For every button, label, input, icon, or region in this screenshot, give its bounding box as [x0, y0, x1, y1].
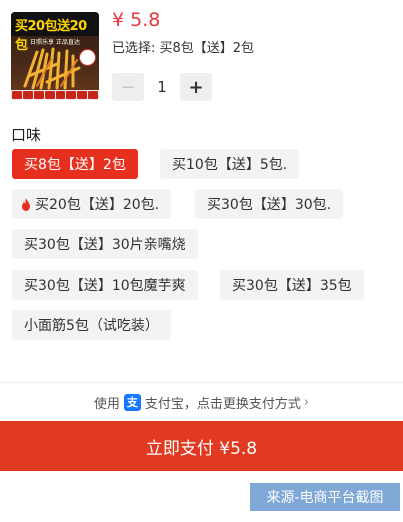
increase-quantity-button[interactable]: +	[180, 73, 212, 101]
product-image-subtitle: 日照乐享 正品直达	[30, 39, 80, 46]
flavor-option[interactable]: 买8包【送】2包	[12, 149, 138, 179]
pay-now-button[interactable]: 立即支付 ¥5.8	[0, 421, 403, 471]
decrease-quantity-button[interactable]: −	[112, 73, 144, 101]
payment-method-row[interactable]: 使用 支 支付宝，点击更换支付方式 ›	[0, 391, 403, 413]
payment-method-text: 支付宝，点击更换支付方式	[144, 396, 301, 412]
flavor-option[interactable]: 买30包【送】35包	[220, 270, 364, 300]
flavor-option[interactable]: 买30包【送】30片亲嘴烧	[12, 229, 198, 259]
chevron-right-icon: ›	[303, 394, 310, 410]
flavor-option[interactable]: 买10包【送】5包.	[160, 149, 300, 179]
alipay-icon: 支	[123, 393, 141, 411]
quantity-value[interactable]: 1	[144, 78, 180, 96]
quantity-stepper: − 1 +	[112, 73, 212, 101]
flavor-option[interactable]: 买30包【送】10包魔芋爽	[12, 270, 198, 300]
source-watermark: 来源-电商平台截图	[250, 483, 400, 511]
fries-illustration	[23, 47, 81, 90]
product-price: ¥ 5.8	[112, 9, 161, 31]
divider	[0, 382, 403, 383]
brand-badge-icon	[79, 49, 96, 66]
product-image: 买20包送20包 日照乐享 正品直达	[11, 12, 99, 100]
flavor-option[interactable]: 买30包【送】30包.	[195, 189, 344, 219]
flavor-option[interactable]: 小面筋5包（试吃装）	[12, 310, 171, 340]
flavor-option-hot[interactable]: 买20包【送】20包.	[12, 189, 172, 219]
flavor-section-title: 口味	[11, 126, 42, 144]
flavor-option-label: 买20包【送】20包.	[35, 197, 160, 213]
package-strip	[11, 90, 99, 100]
payment-prefix: 使用	[93, 396, 120, 412]
fire-icon	[22, 197, 30, 211]
selected-option-summary: 已选择: 买8包【送】2包	[112, 41, 255, 56]
